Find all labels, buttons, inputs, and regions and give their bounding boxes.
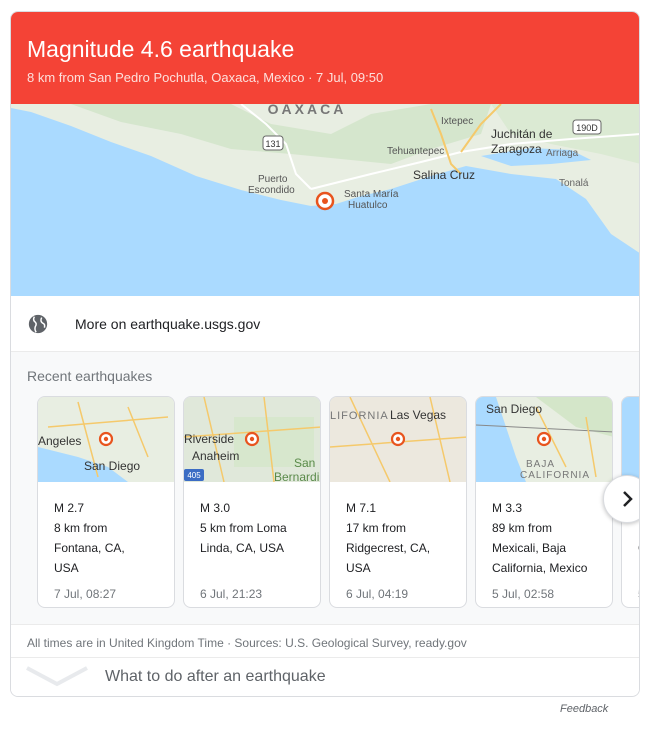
card-location: USA: [346, 561, 371, 575]
card-map-label: 405: [187, 471, 201, 480]
recent-earthquake-card[interactable]: 405 Riverside Anaheim San Bernardi M 3.0…: [183, 396, 321, 608]
usgs-link-label: More on earthquake.usgs.gov: [75, 315, 261, 332]
recent-earthquakes-title: Recent earthquakes: [27, 368, 153, 384]
map-label: Escondido: [248, 185, 295, 196]
card-map-label: BAJA: [526, 459, 555, 470]
card-map-label: San Diego: [84, 459, 140, 473]
card-map: LIFORNIA Las Vegas: [330, 397, 466, 482]
card-map-label: San Diego: [486, 402, 542, 416]
earthquake-subtitle: 8 km from San Pedro Pochutla, Oaxaca, Me…: [27, 70, 384, 85]
card-map-label: CALIFORNIA: [520, 470, 590, 481]
map-label: Tonalá: [559, 178, 589, 189]
card-time: 5: [638, 584, 639, 604]
map-label: Juchitán de: [491, 127, 553, 141]
map-label: 190D: [576, 123, 598, 133]
card-map: Angeles San Diego: [38, 397, 174, 482]
what-to-do-expander[interactable]: What to do after an earthquake: [11, 658, 639, 696]
card-location: 17 km from: [346, 521, 407, 535]
epicenter-marker-icon: [315, 191, 335, 211]
card-location: Mexicali, Baja: [492, 541, 567, 555]
recent-earthquake-card[interactable]: Angeles San Diego M 2.7 8 km from Fontan…: [37, 396, 175, 608]
card-magnitude: M 3.0: [200, 501, 231, 515]
earthquake-map[interactable]: 131 190D OAXACA Ixtepec Juchitán de Zara…: [11, 104, 639, 296]
card-location: [638, 518, 639, 538]
card-location: 89 km from: [492, 521, 553, 535]
map-label: Puerto: [258, 174, 288, 185]
card-location: California, Mexico: [492, 561, 588, 575]
card-location: C: [638, 538, 639, 558]
earthquake-title: Magnitude 4.6 earthquake: [27, 36, 295, 62]
map-label: Santa María: [344, 189, 399, 200]
earthquake-header: Magnitude 4.6 earthquake 8 km from San P…: [11, 12, 639, 104]
card-map-label: LIFORNIA: [330, 410, 389, 422]
chevron-down-icon: [26, 666, 88, 687]
card-time: 5 Jul, 02:58: [492, 587, 555, 601]
card-location: USA: [54, 561, 79, 575]
card-map-label: Anaheim: [192, 449, 239, 463]
map-label: Ixtepec: [441, 116, 473, 127]
recent-earthquakes-section: Recent earthquakes Angeles San Diego M 2…: [11, 352, 639, 625]
map-label: Huatulco: [348, 200, 388, 211]
card-map: [622, 397, 639, 482]
card-time: 6 Jul, 04:19: [346, 587, 409, 601]
card-map: 405 Riverside Anaheim San Bernardi: [184, 397, 320, 482]
card-time: 6 Jul, 21:23: [200, 587, 263, 601]
recent-earthquake-card[interactable]: San Diego BAJA CALIFORNIA M 3.3 89 km fr…: [475, 396, 613, 608]
card-magnitude: M 2.7: [54, 501, 85, 515]
what-to-do-label: What to do after an earthquake: [105, 668, 326, 685]
feedback-link[interactable]: Feedback: [560, 703, 608, 715]
sources-footnote: All times are in United Kingdom Time · S…: [11, 625, 639, 658]
map-label: Tehuantepec: [387, 146, 444, 157]
map-label: 131: [265, 139, 280, 149]
map-label: Arriaga: [546, 148, 579, 159]
map-label: Zaragoza: [491, 142, 542, 156]
card-magnitude: M 3.3: [492, 501, 523, 515]
card-location: Ridgecrest, CA,: [346, 541, 431, 555]
card-map-label: Las Vegas: [390, 408, 446, 422]
recent-earthquakes-carousel[interactable]: Angeles San Diego M 2.7 8 km from Fontan…: [37, 396, 639, 608]
card-map: San Diego BAJA CALIFORNIA: [476, 397, 612, 482]
map-label: OAXACA: [268, 104, 347, 117]
map-label: Salina Cruz: [413, 168, 475, 182]
card-location: Fontana, CA,: [54, 541, 125, 555]
earthquake-card: Magnitude 4.6 earthquake 8 km from San P…: [10, 11, 640, 697]
card-map-label: Angeles: [38, 434, 81, 448]
globe-icon: [28, 314, 48, 333]
chevron-right-icon: [623, 491, 633, 507]
card-map-label: San: [294, 456, 315, 470]
card-location: 5 km from Loma: [200, 521, 287, 535]
card-time: 7 Jul, 08:27: [54, 587, 117, 601]
recent-earthquake-card[interactable]: LIFORNIA Las Vegas M 7.1 17 km from Ridg…: [329, 396, 467, 608]
card-map-label: Bernardi: [274, 470, 319, 482]
card-location: Linda, CA, USA: [200, 541, 285, 555]
usgs-link[interactable]: More on earthquake.usgs.gov: [11, 296, 639, 352]
card-magnitude: M 7.1: [346, 501, 377, 515]
card-map-label: Riverside: [184, 432, 234, 446]
card-location: 8 km from: [54, 521, 108, 535]
